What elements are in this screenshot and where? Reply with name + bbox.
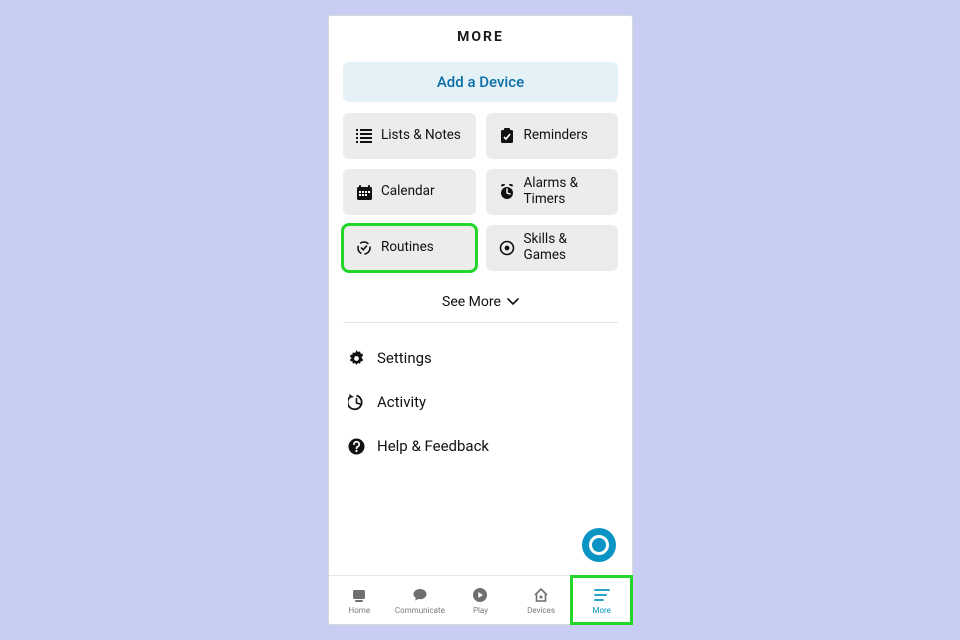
devices-tab-icon — [533, 586, 549, 604]
home-tab-icon — [351, 586, 367, 604]
gear-icon — [343, 350, 369, 367]
card-routines[interactable]: Routines — [343, 225, 476, 271]
card-label: Alarms & Timers — [524, 176, 609, 207]
divider — [343, 322, 618, 323]
skills-icon — [496, 240, 518, 256]
card-label: Reminders — [524, 128, 588, 144]
card-skills-games[interactable]: Skills & Games — [486, 225, 619, 271]
phone-frame: MORE Add a Device Lists & Notes Reminder… — [329, 16, 632, 624]
tab-devices[interactable]: Devices — [511, 576, 572, 624]
more-tab-icon — [594, 586, 610, 604]
menu-grid: Lists & Notes Reminders Calendar — [343, 113, 618, 281]
see-more-button[interactable]: See More — [329, 294, 632, 310]
add-device-button[interactable]: Add a Device — [343, 62, 618, 102]
tab-label: Home — [349, 606, 371, 615]
routines-icon — [353, 240, 375, 256]
tab-bar: Home Communicate Play Devices — [329, 575, 632, 624]
tab-label: Communicate — [395, 606, 445, 615]
stage: MORE Add a Device Lists & Notes Reminder… — [0, 0, 960, 640]
page-title: MORE — [457, 29, 504, 45]
card-label: Routines — [381, 240, 434, 256]
header: MORE — [329, 16, 632, 58]
card-lists-notes[interactable]: Lists & Notes — [343, 113, 476, 159]
card-label: Lists & Notes — [381, 128, 461, 144]
card-label: Skills & Games — [524, 232, 609, 263]
tab-communicate[interactable]: Communicate — [390, 576, 451, 624]
card-calendar[interactable]: Calendar — [343, 169, 476, 215]
reminders-icon — [496, 128, 518, 144]
see-more-label: See More — [442, 294, 501, 310]
help-icon — [343, 438, 369, 455]
tab-play[interactable]: Play — [450, 576, 511, 624]
card-alarms-timers[interactable]: Alarms & Timers — [486, 169, 619, 215]
settings-row-label: Settings — [377, 349, 432, 367]
settings-row-activity[interactable]: Activity — [343, 380, 618, 424]
activity-icon — [343, 394, 369, 411]
tab-label: Play — [473, 606, 488, 615]
chevron-down-icon — [507, 298, 519, 306]
settings-row-label: Help & Feedback — [377, 437, 489, 455]
play-tab-icon — [472, 586, 488, 604]
card-reminders[interactable]: Reminders — [486, 113, 619, 159]
list-icon — [353, 129, 375, 143]
tab-label: Devices — [527, 606, 555, 615]
settings-row-settings[interactable]: Settings — [343, 336, 618, 380]
settings-list: Settings Activity Help & Feedback — [343, 336, 618, 468]
calendar-icon — [353, 185, 375, 200]
alarm-icon — [496, 184, 518, 200]
card-label: Calendar — [381, 184, 435, 200]
alexa-fab-button[interactable] — [582, 528, 616, 562]
tab-label: More — [592, 606, 610, 615]
tab-more[interactable]: More — [571, 576, 632, 624]
settings-row-label: Activity — [377, 393, 426, 411]
alexa-ring-icon — [589, 535, 609, 555]
communicate-tab-icon — [412, 586, 428, 604]
tab-home[interactable]: Home — [329, 576, 390, 624]
settings-row-help[interactable]: Help & Feedback — [343, 424, 618, 468]
add-device-label: Add a Device — [437, 73, 524, 91]
